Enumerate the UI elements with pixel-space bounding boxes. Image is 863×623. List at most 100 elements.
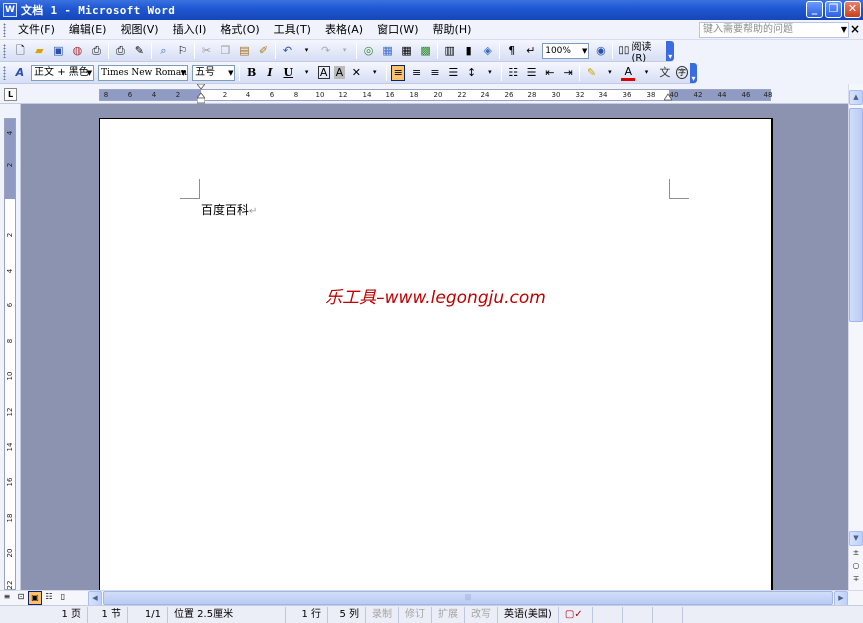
underline-dropdown-icon[interactable]: ▾ — [299, 65, 313, 81]
outline-view-icon[interactable]: ☷ — [42, 591, 56, 605]
menu-edit[interactable]: 编辑(E) — [62, 21, 114, 39]
print-preview-icon[interactable]: ⎙ — [113, 43, 128, 59]
toolbar-options-icon[interactable]: ▾ — [689, 62, 698, 83]
menu-table[interactable]: 表格(A) — [318, 21, 370, 39]
status-language[interactable]: 英语(美国) — [498, 606, 559, 623]
font-size-select[interactable]: 五号 ▼ — [192, 64, 236, 81]
style-dropdown-icon[interactable]: ▼ — [87, 66, 92, 80]
status-extend[interactable]: 扩展 — [432, 606, 465, 623]
vertical-ruler[interactable]: 4 2 2 4 6 8 10 12 14 16 18 20 22 — [4, 118, 16, 590]
scroll-left-icon[interactable]: ◀ — [88, 591, 102, 606]
next-page-icon[interactable]: ∓ — [849, 574, 863, 586]
align-left-icon[interactable]: ≡ — [390, 64, 406, 81]
columns-icon[interactable]: ▥ — [442, 43, 457, 59]
numbering-icon[interactable]: ☷ — [506, 65, 520, 81]
document-page[interactable]: 百度百科↵ 乐工具–www.legongju.com — [99, 118, 773, 590]
font-color-dropdown-icon[interactable]: ▾ — [639, 65, 653, 81]
read-button[interactable]: ▯▯ 阅读(R) — [615, 42, 666, 64]
vertical-scroll-thumb[interactable] — [849, 108, 863, 322]
reading-layout-icon[interactable]: ▯ — [56, 591, 70, 605]
print-layout-icon[interactable]: ▣ — [28, 591, 42, 605]
decrease-indent-icon[interactable]: ⇤ — [543, 65, 557, 81]
permission-icon[interactable]: ◍ — [70, 43, 85, 59]
zoom-select[interactable]: 100% ▼ — [542, 42, 590, 59]
restore-button[interactable]: ❐ — [825, 1, 842, 18]
align-right-icon[interactable]: ≡ — [428, 65, 442, 81]
insert-excel-icon[interactable]: ▩ — [418, 43, 433, 59]
menu-file[interactable]: 文件(F) — [11, 21, 62, 39]
menu-help[interactable]: 帮助(H) — [426, 21, 479, 39]
horizontal-scrollbar[interactable]: ◀ ||| ▶ — [88, 591, 848, 606]
character-border-icon[interactable]: A — [317, 66, 330, 79]
menu-tools[interactable]: 工具(T) — [267, 21, 318, 39]
redo-icon[interactable]: ↷ — [318, 43, 333, 59]
toolbar-grip[interactable] — [3, 43, 6, 58]
enclose-character-icon[interactable]: 字 — [676, 66, 688, 79]
menu-insert[interactable]: 插入(I) — [166, 21, 214, 39]
bullets-icon[interactable]: ☰ — [524, 65, 538, 81]
status-overtype[interactable]: 改写 — [465, 606, 498, 623]
font-size-dropdown-icon[interactable]: ▼ — [228, 66, 233, 80]
highlight-dropdown-icon[interactable]: ▾ — [603, 65, 617, 81]
format-painter-icon[interactable]: ✐ — [256, 43, 271, 59]
minimize-button[interactable]: _ — [806, 1, 823, 18]
align-center-icon[interactable]: ≡ — [409, 65, 423, 81]
research-icon[interactable]: ⌕ — [156, 43, 171, 59]
character-scale-dropdown-icon[interactable]: ▾ — [368, 65, 382, 81]
new-document-icon[interactable]: 🗋 — [13, 43, 28, 59]
paste-icon[interactable]: ▤ — [237, 43, 252, 59]
scroll-up-icon[interactable]: ▲ — [849, 90, 863, 105]
help-dropdown-icon[interactable]: ▼ — [841, 23, 847, 37]
insert-table-icon[interactable]: ▦ — [399, 43, 414, 59]
character-shading-icon[interactable]: A — [333, 66, 346, 79]
previous-page-icon[interactable]: ± — [849, 548, 863, 560]
line-spacing-dropdown-icon[interactable]: ▾ — [483, 65, 497, 81]
character-scale-icon[interactable]: ✕ — [349, 65, 363, 81]
right-indent-marker-icon[interactable] — [664, 92, 672, 102]
undo-icon[interactable]: ↶ — [280, 43, 295, 59]
scroll-down-icon[interactable]: ▼ — [849, 531, 863, 546]
spelling-status-icon[interactable]: ▢✓ — [559, 606, 593, 623]
tables-borders-icon[interactable]: ▦ — [380, 43, 395, 59]
undo-dropdown-icon[interactable]: ▾ — [299, 43, 314, 59]
phonetic-guide-icon[interactable]: 文 — [658, 65, 672, 81]
help-search-input[interactable]: 键入需要帮助的问题 ▼ — [699, 22, 849, 38]
highlight-icon[interactable]: ✎ — [584, 65, 598, 81]
translate-icon[interactable]: ⚐ — [175, 43, 190, 59]
zoom-dropdown-icon[interactable]: ▼ — [582, 44, 587, 58]
select-browse-object-icon[interactable]: ○ — [849, 561, 863, 573]
close-button[interactable]: ✕ — [844, 1, 861, 18]
horizontal-scroll-thumb[interactable]: ||| — [103, 591, 833, 605]
font-dropdown-icon[interactable]: ▼ — [181, 66, 186, 80]
bold-button[interactable]: B — [244, 65, 258, 81]
line-spacing-icon[interactable]: ↕ — [464, 65, 478, 81]
show-hide-icon[interactable]: ¶ — [504, 43, 519, 59]
document-workspace[interactable]: 百度百科↵ 乐工具–www.legongju.com — [21, 104, 848, 590]
tab-selector[interactable]: L — [4, 88, 17, 101]
document-map-icon[interactable]: ◈ — [480, 43, 495, 59]
copy-icon[interactable]: ❐ — [218, 43, 233, 59]
web-layout-icon[interactable]: ⊡ — [14, 591, 28, 605]
status-record[interactable]: 录制 — [366, 606, 399, 623]
hyperlink-icon[interactable]: ◎ — [361, 43, 376, 59]
document-close-icon[interactable]: × — [850, 22, 860, 36]
menubar-grip[interactable] — [3, 22, 6, 37]
italic-button[interactable]: I — [263, 65, 277, 81]
font-color-icon[interactable]: A — [621, 65, 636, 81]
cut-icon[interactable]: ✂ — [199, 43, 214, 59]
style-select[interactable]: 正文 + 黑色 ▼ — [31, 64, 95, 81]
save-icon[interactable]: ▣ — [51, 43, 66, 59]
styles-formatting-icon[interactable]: A — [13, 65, 27, 81]
menu-window[interactable]: 窗口(W) — [370, 21, 425, 39]
open-folder-icon[interactable]: ▰ — [32, 43, 47, 59]
normal-view-icon[interactable]: ≡ — [0, 591, 14, 605]
paragraph-mark-icon[interactable]: ↵ — [523, 43, 538, 59]
menu-view[interactable]: 视图(V) — [113, 21, 165, 39]
increase-indent-icon[interactable]: ⇥ — [561, 65, 575, 81]
drawing-icon[interactable]: ▮ — [461, 43, 476, 59]
word-app-icon[interactable]: W — [3, 3, 17, 17]
toolbar-grip[interactable] — [3, 65, 6, 80]
vertical-scrollbar[interactable]: ▲ ▼ ± ○ ∓ — [848, 84, 863, 590]
status-track-changes[interactable]: 修订 — [399, 606, 432, 623]
font-select[interactable]: Times New Roman ▼ — [98, 64, 189, 81]
